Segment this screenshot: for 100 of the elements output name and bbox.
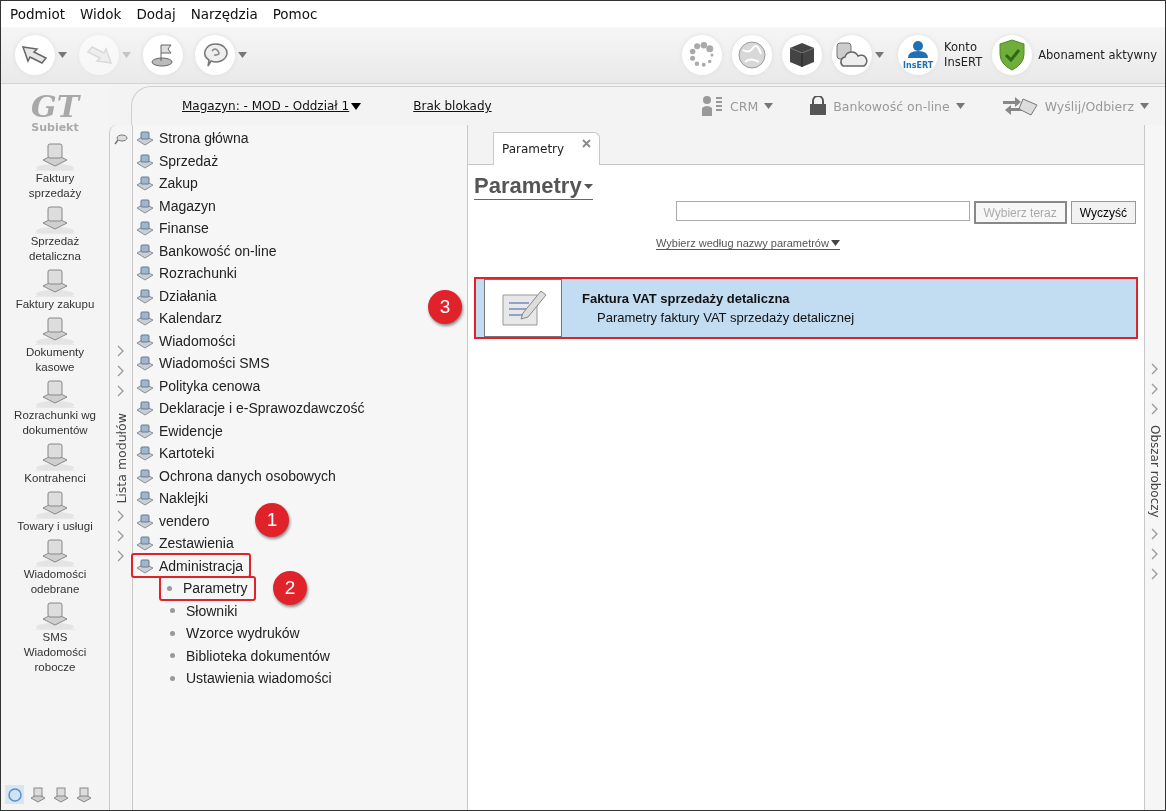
- sidebar-item[interactable]: Kontrahenci: [5, 440, 105, 486]
- module-icon: [136, 467, 154, 484]
- app-name: Subiekt: [31, 120, 79, 134]
- sidebar-item[interactable]: Dokumenty kasowe: [5, 314, 105, 375]
- sidebar-item[interactable]: SMS Wiadomości robocze: [5, 599, 105, 675]
- chevron-icon[interactable]: [117, 529, 125, 542]
- callout-badge: 1: [255, 502, 289, 537]
- caret-icon: [58, 52, 67, 58]
- module-icon[interactable]: [51, 785, 70, 804]
- caret-icon: [1140, 103, 1149, 109]
- cloud-icon: [835, 41, 870, 69]
- module-icon: [136, 197, 154, 214]
- arrows-icon: [1000, 95, 1039, 117]
- chevron-icon[interactable]: [117, 509, 125, 522]
- caret-icon: [830, 240, 840, 246]
- sidebar-item[interactable]: Wiadomości odebrane: [5, 536, 105, 597]
- caret-icon: [351, 102, 362, 110]
- menu-item[interactable]: Podmiot: [10, 6, 65, 22]
- close-icon[interactable]: [582, 139, 592, 148]
- warehouse-dropdown[interactable]: Magazyn: - MOD - Oddział 1: [182, 99, 362, 113]
- submodule-item[interactable]: Parametry: [159, 575, 256, 601]
- panel-title[interactable]: Obszar roboczy: [1148, 425, 1162, 518]
- module-icon: [35, 488, 75, 519]
- chevron-icon[interactable]: [1151, 527, 1159, 540]
- caret-icon: [583, 183, 593, 189]
- sidebar-item[interactable]: Faktury sprzedaży: [5, 140, 105, 201]
- arrow-icon: [85, 43, 113, 67]
- globe-icon: [737, 40, 768, 70]
- module-icon: [136, 422, 154, 439]
- module-icon: [136, 400, 154, 417]
- subscription-status: Abonament aktywny: [1038, 48, 1157, 62]
- module-icon: [35, 266, 75, 297]
- account-label[interactable]: Konto InsERT: [944, 40, 983, 70]
- module-icon: [136, 287, 154, 304]
- module-icon: [136, 152, 154, 169]
- module-icon: [136, 332, 154, 349]
- chevron-icon[interactable]: [1151, 383, 1159, 395]
- menu-item[interactable]: Widok: [79, 6, 122, 22]
- chevron-icon[interactable]: [117, 549, 125, 562]
- page-title[interactable]: Parametry: [474, 173, 593, 200]
- module-item[interactable]: Administracja: [131, 553, 252, 579]
- lock-link[interactable]: Brak blokady: [413, 99, 492, 113]
- callout-badge: 2: [273, 571, 307, 605]
- module-icon: [35, 140, 75, 171]
- module-icon: [136, 130, 154, 147]
- caret-icon: [764, 103, 774, 109]
- module-icon: [136, 355, 154, 372]
- result-title: Faktura VAT sprzedaży detaliczna: [582, 291, 791, 306]
- module-icon: [136, 512, 154, 529]
- caret-icon: [238, 52, 247, 58]
- module-icon: [136, 265, 154, 282]
- chevron-icon[interactable]: [117, 385, 125, 397]
- chevron-icon[interactable]: [1151, 403, 1159, 415]
- sidebar-item[interactable]: Sprzedaż detaliczna: [5, 203, 105, 264]
- module-icon: [136, 175, 154, 192]
- module-icon: [35, 203, 75, 234]
- help-icon: [202, 42, 228, 68]
- chevron-icon[interactable]: [117, 365, 125, 377]
- module-icon: [35, 314, 75, 345]
- module-icon: [136, 557, 154, 574]
- sidebar-item[interactable]: Faktury zakupu: [5, 266, 105, 312]
- chevron-icon[interactable]: [117, 345, 125, 357]
- user-icon[interactable]: InsERT: [898, 35, 939, 75]
- caret-icon: [955, 103, 965, 109]
- sidebar-item[interactable]: Towary i usługi: [5, 488, 105, 534]
- arrow-icon: [21, 43, 49, 67]
- cube-icon: [788, 41, 817, 69]
- caret-icon: [875, 52, 885, 58]
- chevron-icon[interactable]: [1151, 567, 1159, 580]
- circle-icon[interactable]: [5, 785, 24, 804]
- module-icon: [35, 599, 75, 630]
- form-button[interactable]: Wyczyść: [1070, 201, 1136, 224]
- module-icon[interactable]: [28, 785, 47, 804]
- menu-item[interactable]: Narzędzia: [190, 6, 258, 22]
- module-icon[interactable]: [74, 785, 93, 804]
- caret-icon: [122, 52, 131, 58]
- module-icon: [136, 490, 154, 507]
- module-icon: [136, 310, 154, 327]
- module-icon: [35, 440, 75, 471]
- menu-item[interactable]: Pomoc: [272, 6, 318, 22]
- tab[interactable]: Parametry: [493, 132, 601, 165]
- lock-icon: [809, 96, 828, 116]
- search-field[interactable]: [675, 201, 970, 221]
- module-icon: [136, 445, 154, 462]
- module-icon: [136, 377, 154, 394]
- contact-list-icon: [700, 95, 725, 117]
- module-icon: [35, 536, 75, 567]
- module-item[interactable]: Strona główna: [134, 125, 257, 151]
- menu-item[interactable]: Dodaj: [136, 6, 176, 22]
- module-icon: [35, 377, 75, 408]
- result-item[interactable]: Faktura VAT sprzedaży detaliczna Parametry faktury VAT sprzedaży detalicznej: [474, 277, 1138, 339]
- sidebar-item[interactable]: Rozrachunki wg dokumentów: [5, 377, 105, 438]
- result-description: Parametry faktury VAT sprzedaży detalicznej: [596, 310, 855, 325]
- document-edit-icon: [484, 279, 562, 337]
- module-icon: [136, 242, 154, 259]
- chevron-icon[interactable]: [1151, 363, 1159, 375]
- filter-dropdown[interactable]: Wybierz według nazwy parametrów: [656, 237, 840, 250]
- panel-title[interactable]: Lista modułów: [113, 413, 129, 504]
- shield-icon[interactable]: [992, 35, 1033, 75]
- chevron-icon[interactable]: [1151, 547, 1159, 560]
